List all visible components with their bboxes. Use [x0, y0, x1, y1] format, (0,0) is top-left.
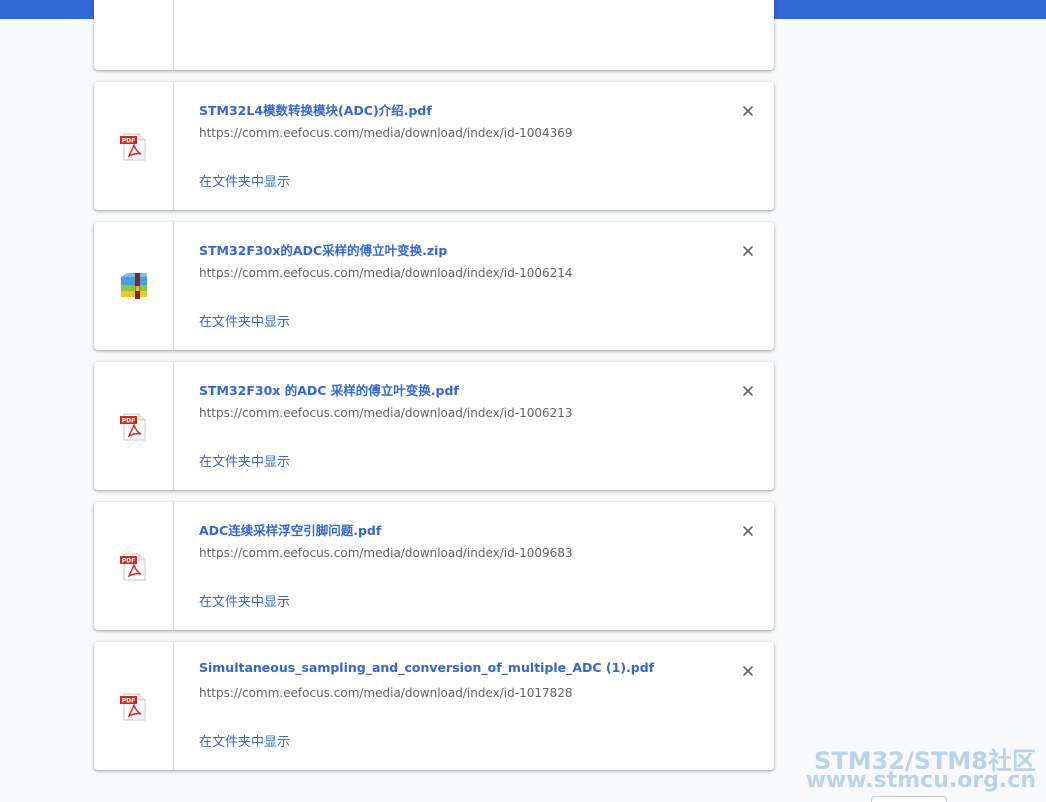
watermark-line2: www.stmcu.org.cn	[805, 768, 1036, 793]
download-item: PDF STM32F30x 的ADC 采样的傅立叶变换.pdf https://co…	[94, 362, 774, 490]
svg-text:PDF: PDF	[122, 558, 135, 565]
file-icon-column: PDF	[94, 362, 174, 490]
file-url: https://comm.eefocus.com/media/download/…	[199, 406, 573, 420]
show-in-folder-link[interactable]: 在文件夹中显示	[199, 311, 290, 330]
svg-text:PDF: PDF	[122, 418, 135, 425]
remove-download-icon[interactable]	[738, 381, 758, 401]
svg-text:PDF: PDF	[122, 698, 135, 705]
file-url: https://comm.eefocus.com/media/download/…	[199, 266, 573, 280]
file-name-link[interactable]: STM32F30x 的ADC 采样的傅立叶变换.pdf	[199, 380, 459, 399]
file-url: https://comm.eefocus.com/media/download/…	[199, 546, 573, 560]
show-in-folder-link[interactable]: 在文件夹中显示	[199, 731, 290, 750]
remove-download-icon[interactable]	[738, 241, 758, 261]
file-icon-column: PDF	[94, 642, 174, 770]
download-item: PDF ADC连续采样浮空引脚问题.pdf https://comm.eefocus…	[94, 502, 774, 630]
file-icon-column: PDF	[94, 0, 174, 70]
file-icon-column: PDF	[94, 502, 174, 630]
pdf-icon: PDF	[118, 131, 150, 163]
file-name-link[interactable]: ADC连续采样浮空引脚问题.pdf	[199, 520, 381, 539]
download-item: STM32F30x的ADC采样的傅立叶变换.zip https://comm.ee…	[94, 222, 774, 350]
remove-download-icon[interactable]	[738, 661, 758, 681]
download-item: PDF在文件夹中显示	[94, 0, 774, 70]
file-name-link[interactable]: STM32F30x的ADC采样的傅立叶变换.zip	[199, 240, 447, 259]
svg-text:PDF: PDF	[122, 138, 135, 145]
show-in-folder-link[interactable]: 在文件夹中显示	[199, 591, 290, 610]
file-url: https://comm.eefocus.com/media/download/…	[199, 126, 573, 140]
archive-icon	[118, 271, 150, 303]
file-icon-column	[94, 222, 174, 350]
download-item: PDF Simultaneous_sampling_and_conversion_…	[94, 642, 774, 770]
file-icon-column: PDF	[94, 82, 174, 210]
show-in-folder-link[interactable]: 在文件夹中显示	[199, 171, 290, 190]
pdf-icon: PDF	[118, 691, 150, 723]
file-url: https://comm.eefocus.com/media/download/…	[199, 686, 573, 700]
pdf-icon: PDF	[118, 551, 150, 583]
file-name-link[interactable]: Simultaneous_sampling_and_conversion_of_…	[199, 660, 654, 675]
pdf-icon: PDF	[118, 411, 150, 443]
download-item: PDF STM32L4模数转换模块(ADC)介绍.pdf https://comm.…	[94, 82, 774, 210]
remove-download-icon[interactable]	[738, 101, 758, 121]
file-name-link[interactable]: STM32L4模数转换模块(ADC)介绍.pdf	[199, 100, 432, 119]
more-button[interactable]	[871, 796, 947, 802]
remove-download-icon[interactable]	[738, 521, 758, 541]
show-in-folder-link[interactable]: 在文件夹中显示	[199, 451, 290, 470]
